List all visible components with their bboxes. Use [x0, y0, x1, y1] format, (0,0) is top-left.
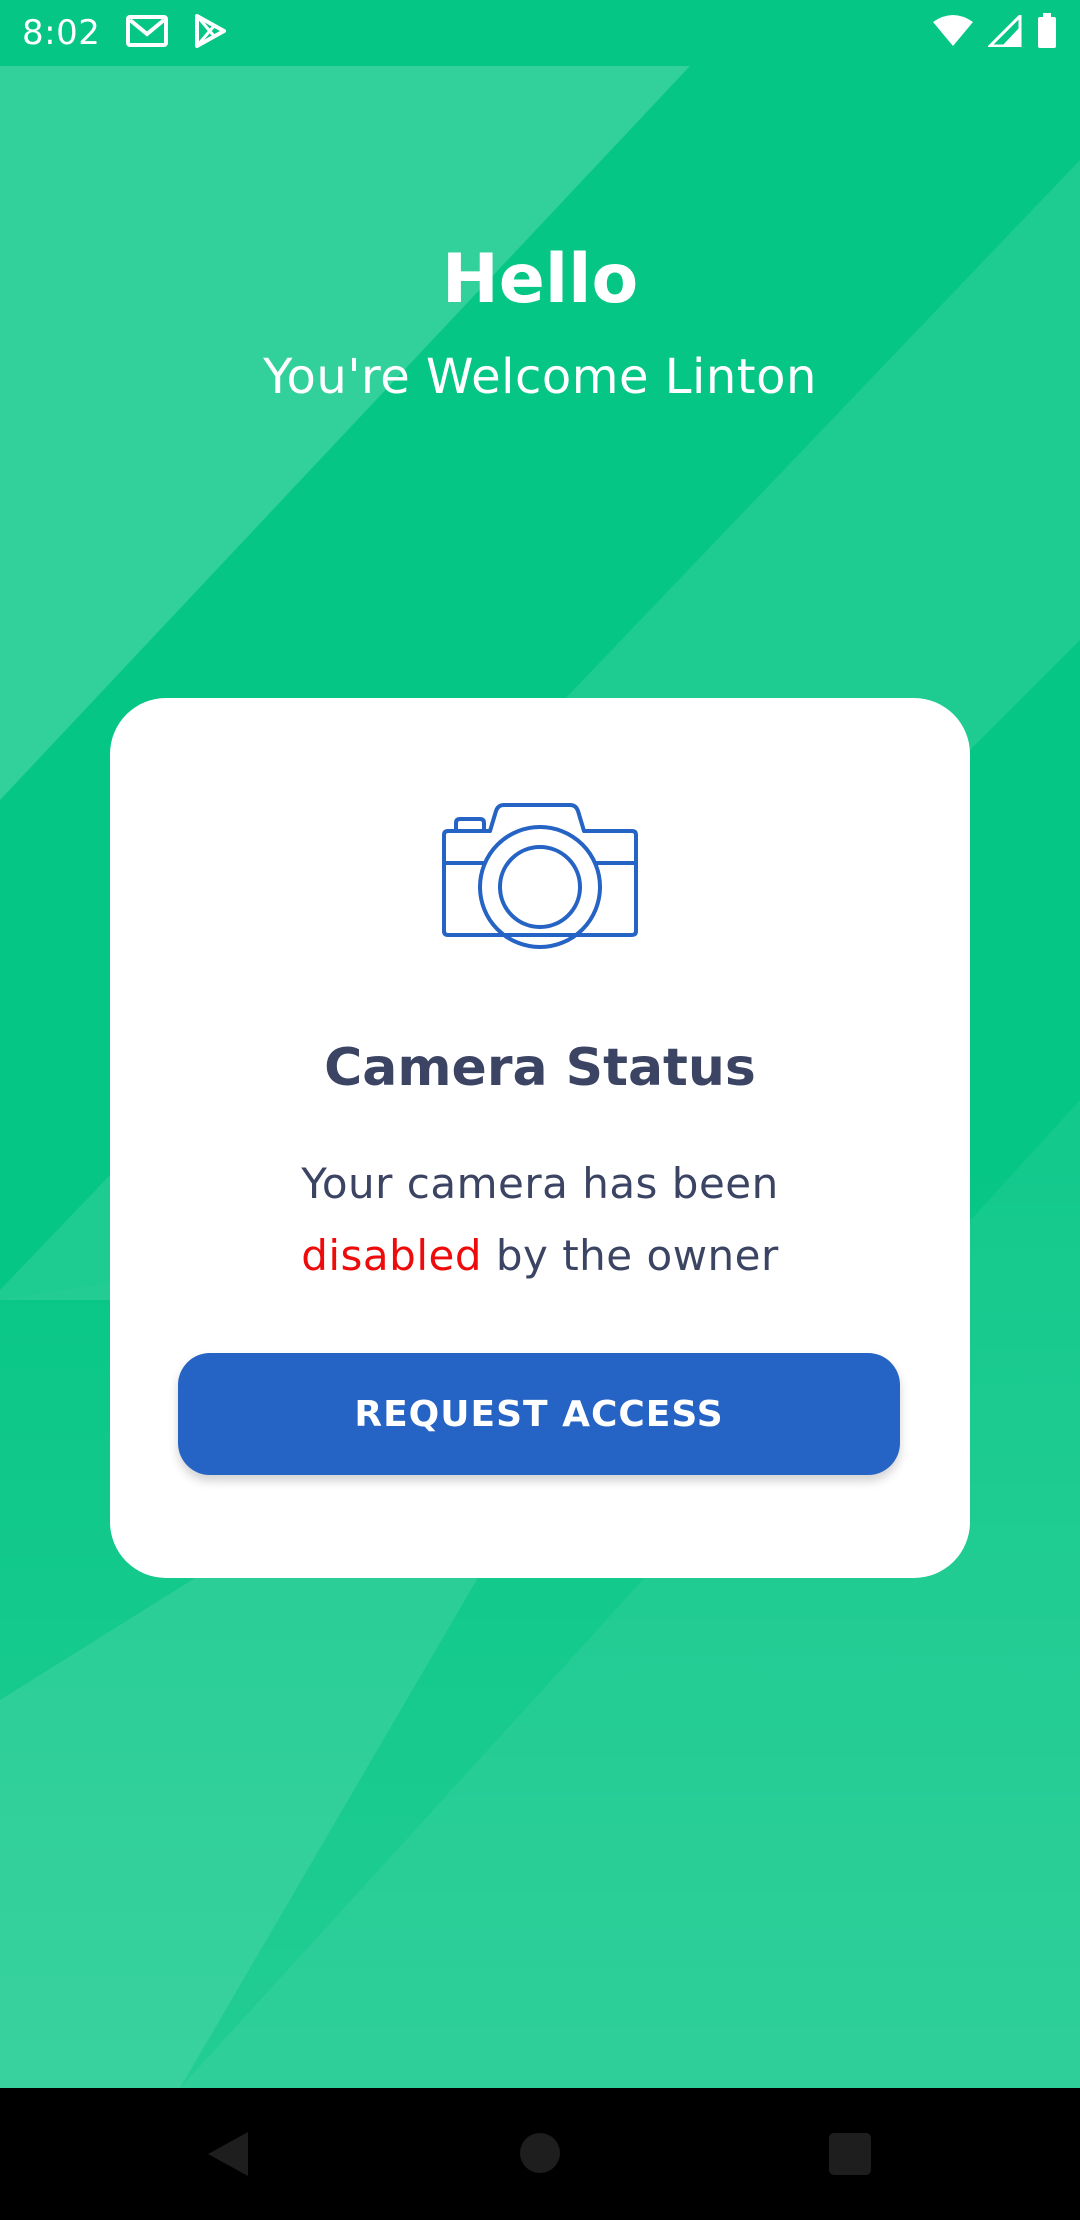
greeting-title: Hello	[441, 240, 639, 319]
card-title: Camera Status	[324, 1038, 756, 1098]
back-icon[interactable]	[204, 2128, 252, 2180]
greeting-subtitle: You're Welcome Linton	[263, 349, 817, 405]
recents-icon[interactable]	[829, 2133, 871, 2175]
disabled-status-text: disabled	[301, 1231, 482, 1280]
home-icon[interactable]	[520, 2133, 560, 2173]
status-bar-left: 8:02	[22, 13, 227, 53]
request-access-button[interactable]: REQUEST ACCESS	[178, 1353, 900, 1475]
app-screen: 8:02 Hello You're Welcome Linton Camera …	[0, 0, 1080, 2220]
camera-status-card: Camera Status Your camera has been disab…	[110, 698, 970, 1578]
greeting-section: Hello You're Welcome Linton	[0, 235, 1080, 417]
cellular-signal-icon	[986, 12, 1022, 51]
battery-icon	[1036, 13, 1058, 53]
play-store-icon	[194, 14, 227, 52]
camera-status-message: Your camera has been disabled by the own…	[110, 1148, 970, 1292]
status-bar-right	[932, 12, 1058, 53]
status-bar: 8:02	[0, 0, 1080, 66]
message-line-1: Your camera has been	[301, 1159, 779, 1208]
navigation-bar	[0, 2088, 1080, 2220]
wifi-icon	[932, 15, 974, 51]
message-line-2: by the owner	[482, 1231, 779, 1280]
camera-icon	[442, 803, 638, 949]
status-time: 8:02	[22, 13, 101, 53]
gmail-icon	[126, 14, 169, 52]
